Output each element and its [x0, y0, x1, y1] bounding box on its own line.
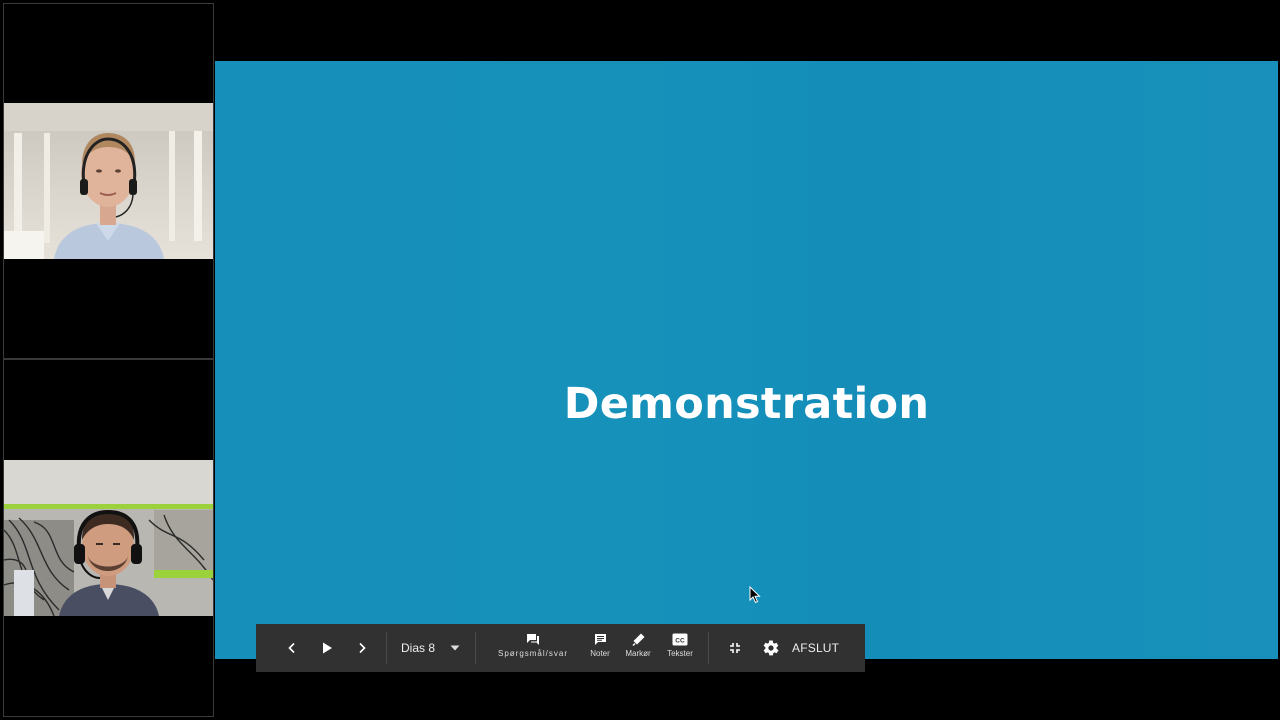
participant-video-image [4, 103, 213, 259]
notes-icon [594, 634, 606, 645]
play-icon [323, 642, 332, 654]
slide-selector[interactable]: Dias 8 [394, 624, 460, 672]
slide-selector-label: Dias 8 [401, 641, 436, 655]
exit-fullscreen-icon [730, 643, 740, 653]
closed-captions-icon: CC [672, 633, 688, 646]
next-slide-button[interactable] [352, 624, 372, 672]
laser-pointer-icon [632, 633, 644, 646]
svg-text:CC: CC [675, 637, 685, 644]
participant-video-2[interactable] [4, 460, 213, 616]
chevron-left-icon [288, 642, 295, 654]
presenter-toolbar: Dias 8 Spørgsmål/svar Noter Markør CC Te… [256, 624, 865, 672]
presentation-slide: Demonstration [215, 61, 1278, 659]
chat-bubbles-icon [527, 634, 539, 645]
chevron-right-icon [359, 642, 366, 654]
notes-label: Noter [590, 649, 610, 658]
gear-icon [763, 640, 779, 656]
settings-button[interactable] [760, 624, 782, 672]
end-presentation-button[interactable]: AFSLUT [792, 624, 839, 672]
captions-label: Tekster [667, 649, 693, 658]
toolbar-divider [386, 632, 387, 664]
toolbar-divider [475, 632, 476, 664]
captions-button[interactable]: CC Tekster [662, 633, 698, 658]
mouse-cursor-icon [749, 586, 761, 604]
play-button[interactable] [316, 624, 338, 672]
notes-button[interactable]: Noter [586, 633, 614, 658]
previous-slide-button[interactable] [282, 624, 302, 672]
exit-fullscreen-button[interactable] [724, 624, 746, 672]
participant-video-1[interactable] [4, 103, 213, 259]
marker-label: Markør [625, 649, 651, 658]
qa-label: Spørgsmål/svar [497, 649, 568, 658]
toolbar-divider [708, 632, 709, 664]
qa-button[interactable]: Spørgsmål/svar [491, 633, 575, 658]
participant-video-image [4, 460, 213, 616]
marker-button[interactable]: Markør [622, 633, 654, 658]
end-presentation-label: AFSLUT [792, 641, 840, 655]
participants-panel [3, 3, 214, 717]
slide-title: Demonstration [563, 379, 930, 429]
caret-down-icon [450, 645, 460, 651]
